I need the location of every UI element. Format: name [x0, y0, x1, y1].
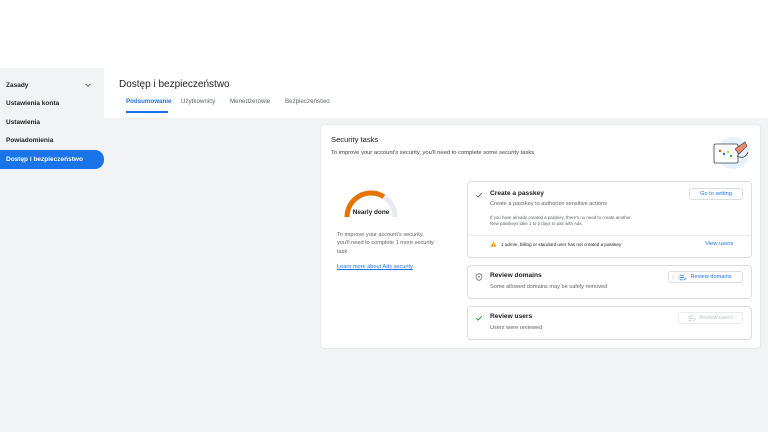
sidebar-item-label: Powiadomienia — [6, 137, 54, 145]
task-description: Users were reviewed — [490, 325, 543, 331]
passkey-note: If you have already created a passkey, t… — [490, 215, 680, 228]
task-title: Create a passkey — [490, 190, 544, 197]
go-to-setting-button[interactable]: Go to setting — [689, 188, 743, 200]
learn-more-link[interactable]: Learn more about Ads security — [337, 264, 413, 270]
check-icon — [475, 192, 483, 198]
security-illustration — [713, 137, 749, 169]
card-subtitle: To improve your account's security, you'… — [331, 150, 535, 156]
page-header: Dostęp i bezpieczeństwo Podsumowanie Uży… — [104, 68, 768, 118]
task-create-passkey: Create a passkey Create a passkey to aut… — [467, 181, 752, 258]
passkey-warning: 1 admin, billing or standard user has no… — [490, 241, 621, 247]
passkey-note-line2: New passkeys take 1 to 2 days to pair wi… — [490, 221, 583, 227]
task-title: Review users — [490, 313, 533, 320]
button-label: Go to setting — [700, 191, 732, 197]
active-tab-indicator — [126, 111, 168, 113]
list-edit-icon — [688, 315, 696, 321]
progress-gauge — [344, 190, 398, 218]
sidebar-item-access-security[interactable]: Dostęp i bezpieczeństwo — [0, 150, 104, 169]
task-description: Create a passkey to authorize sensitive … — [490, 201, 607, 207]
sidebar-item-label: Ustawienia konta — [6, 100, 60, 108]
top-bar — [0, 0, 768, 68]
page-title: Dostęp i bezpieczeństwo — [119, 79, 230, 90]
gauge-status-label: Nearly done — [352, 209, 390, 216]
security-description: To improve your account's security, you'… — [337, 232, 434, 255]
button-label: Review users — [699, 315, 733, 321]
task-review-users: Review users Users were reviewed Review … — [467, 306, 752, 340]
sidebar-item-ustawienia[interactable]: Ustawienia — [0, 113, 104, 132]
sidebar-item-powiadomienia[interactable]: Powiadomienia — [0, 132, 104, 151]
card-title: Security tasks — [331, 135, 379, 144]
tab-managers[interactable]: Menedżerowie — [230, 98, 270, 112]
chevron-down-icon — [85, 83, 91, 88]
sidebar-item-label: Ustawienia — [6, 118, 40, 126]
button-label: Review domains — [690, 274, 732, 280]
check-icon — [475, 315, 483, 321]
sidebar-item-ustawienia-konta[interactable]: Ustawienia konta — [0, 95, 104, 114]
task-review-domains: Review domains Some allowed domains may … — [467, 265, 752, 299]
task-title: Review domains — [490, 272, 542, 279]
tab-summary[interactable]: Podsumowanie — [126, 98, 171, 112]
warning-text: 1 admin, billing or standard user has no… — [501, 241, 622, 247]
sidebar-item-label: Dostęp i bezpieczeństwo — [6, 155, 83, 163]
sidebar: Zasady Ustawienia konta Ustawienia Powia… — [0, 76, 104, 169]
list-edit-icon — [679, 274, 687, 280]
review-domains-button[interactable]: Review domains — [668, 271, 743, 283]
warning-icon — [490, 241, 497, 247]
review-users-button[interactable]: Review users — [678, 312, 743, 324]
sidebar-item-label: Zasady — [6, 81, 29, 89]
task-description: Some allowed domains may be safely remov… — [490, 284, 608, 290]
security-tasks-card: Security tasks To improve your account's… — [320, 124, 761, 349]
tab-security[interactable]: Bezpieczeństwo — [285, 98, 330, 112]
shield-icon — [475, 273, 483, 281]
tab-users[interactable]: Użytkownicy — [181, 98, 215, 112]
view-users-link[interactable]: View users — [705, 241, 733, 247]
sidebar-item-zasady[interactable]: Zasady — [0, 76, 104, 95]
task-divider — [468, 235, 751, 236]
